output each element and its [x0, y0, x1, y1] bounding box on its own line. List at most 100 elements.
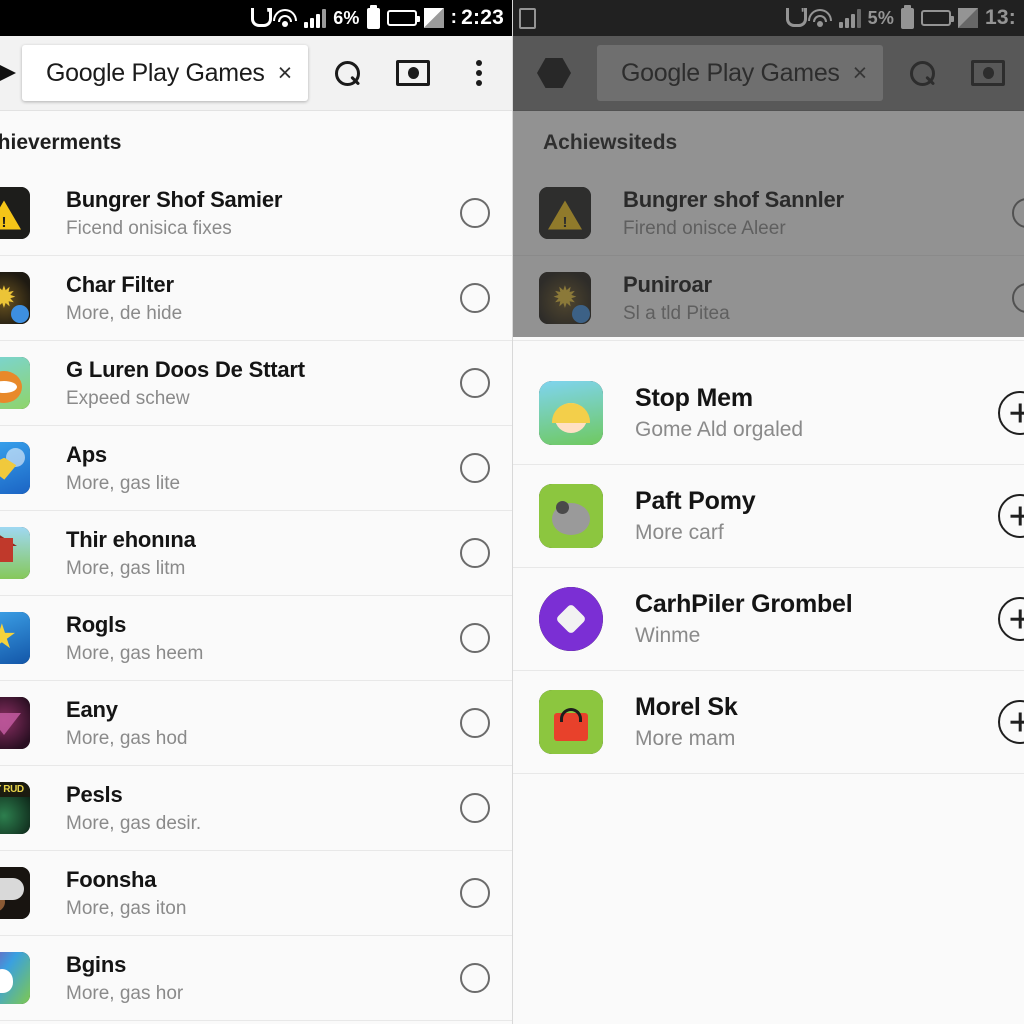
- radio-button[interactable]: [460, 963, 490, 993]
- battery-percent-label: 5%: [867, 7, 895, 28]
- capture-button[interactable]: [955, 36, 1021, 111]
- list-item-text: Stop Mem Gome Ald orgaled: [635, 384, 998, 442]
- radio-button[interactable]: [460, 623, 490, 653]
- list-item[interactable]: Puniroar Sl a tld Pitea: [513, 256, 1024, 341]
- list-item-text: Puniroar Sl a tld Pitea: [623, 272, 1012, 325]
- add-button[interactable]: [998, 597, 1024, 641]
- list-item-subtitle: Gome Ald orgaled: [635, 418, 804, 441]
- list-item-subtitle: Firend onisce Aleer: [623, 217, 786, 239]
- list-item[interactable]: ! Bungrer Shof Samier Ficend onisica fix…: [0, 171, 512, 256]
- list-item-text: Morel Sk More mam: [635, 693, 998, 751]
- capture-button[interactable]: [380, 36, 446, 111]
- list-item-title: Foonsha: [66, 866, 157, 892]
- browser-tab[interactable]: Google Play Games ×: [22, 45, 309, 101]
- radio-button[interactable]: [460, 198, 490, 228]
- wifi-icon: [273, 8, 298, 28]
- search-button[interactable]: [889, 36, 955, 111]
- list-item-title: Char Filter: [66, 271, 174, 297]
- list-item-title: Eany: [66, 696, 118, 722]
- list-item[interactable]: Morel Sk More mam: [513, 671, 1024, 774]
- list-item-text: Char Filter More, de hide: [66, 272, 460, 325]
- right-games-list: Stop Mem Gome Ald orgaled Paft Pomy More…: [513, 362, 1024, 774]
- plus-icon: [998, 494, 1024, 538]
- app-icon: [539, 484, 603, 548]
- battery-half-icon: [958, 8, 979, 28]
- radio-button[interactable]: [460, 453, 490, 483]
- radio-button[interactable]: [460, 878, 490, 908]
- list-item[interactable]: Rogls More, gas heem: [0, 596, 512, 681]
- list-item-title: Morel Sk: [635, 693, 738, 721]
- overflow-menu-button[interactable]: [446, 36, 512, 111]
- clock-label: 13:: [985, 6, 1016, 29]
- signal-icon: [838, 8, 861, 28]
- battery-horizontal-icon: [386, 10, 420, 26]
- app-icon: [539, 272, 591, 324]
- search-button[interactable]: [314, 36, 380, 111]
- radio-button[interactable]: [460, 368, 490, 398]
- app-icon-label: LLY RUD: [0, 782, 30, 797]
- list-item[interactable]: LLY RUD Pesls More, gas desir.: [0, 766, 512, 851]
- list-item-title: G Luren Doos De Sttart: [66, 356, 305, 382]
- app-icon: [0, 697, 30, 749]
- app-icon: [0, 357, 30, 409]
- list-item[interactable]: Eany More, gas hod: [0, 681, 512, 766]
- radio-unchecked-icon: [460, 878, 490, 908]
- list-item[interactable]: Aps More, gas lite: [0, 426, 512, 511]
- radio-button[interactable]: [460, 538, 490, 568]
- add-button[interactable]: [998, 700, 1024, 744]
- list-item-text: Aps More, gas lite: [66, 442, 460, 495]
- battery-vertical-icon: [901, 4, 915, 29]
- add-button[interactable]: [998, 494, 1024, 538]
- app-icon: [539, 381, 603, 445]
- radio-button[interactable]: [460, 283, 490, 313]
- right-panel: 5% 13: Google Play Games ×: [512, 0, 1024, 1024]
- radio-button[interactable]: [1012, 283, 1024, 313]
- screenshot-icon: [396, 60, 431, 86]
- list-item[interactable]: Stop Mem Gome Ald orgaled: [513, 362, 1024, 465]
- plus-icon: [998, 597, 1024, 641]
- list-item[interactable]: G Luren Doos De Sttart Expeed schew: [0, 341, 512, 426]
- list-item[interactable]: ! Bungrer shof Sannler Firend onisce Ale…: [513, 171, 1024, 256]
- list-item-text: Rogls More, gas heem: [66, 612, 460, 665]
- list-item-subtitle: More, gas hor: [66, 982, 184, 1004]
- list-item-title: Bungrer shof Sannler: [623, 186, 844, 212]
- green-game-icon: LLY RUD: [0, 782, 30, 834]
- list-item-text: Paft Pomy More carf: [635, 487, 998, 545]
- back-button[interactable]: [537, 36, 571, 111]
- blue-game-icon: [0, 442, 30, 494]
- back-button[interactable]: [0, 36, 20, 111]
- list-item-text: CarhPiler Grombel Winme: [635, 590, 998, 648]
- hexagon-icon: [537, 58, 571, 88]
- wifi-icon: [807, 8, 832, 28]
- list-item[interactable]: Thir ehonına More, gas litm: [0, 511, 512, 596]
- add-button[interactable]: [998, 391, 1024, 435]
- shopping-bag-game-icon: [539, 690, 603, 754]
- app-icon: !: [539, 187, 591, 239]
- app-icon: [0, 527, 30, 579]
- list-item-text: Bungrer Shof Samier Ficend onisica fixes: [66, 187, 460, 240]
- radio-button[interactable]: [1012, 198, 1024, 228]
- list-item-subtitle: More, de hide: [66, 302, 183, 324]
- battery-vertical-icon: [366, 4, 380, 29]
- gold-badge-icon: [539, 272, 591, 324]
- close-icon[interactable]: ×: [278, 60, 293, 86]
- left-status-indicators: 6% : 2:23: [251, 4, 506, 30]
- list-item[interactable]: Char Filter More, de hide: [0, 256, 512, 341]
- list-item[interactable]: Paft Pomy More carf: [513, 465, 1024, 568]
- star-game-icon: [0, 612, 30, 664]
- list-item-title: Rogls: [66, 611, 127, 637]
- list-item[interactable]: Foonsha More, gas iton: [0, 851, 512, 936]
- browser-tab[interactable]: Google Play Games ×: [597, 45, 884, 101]
- close-icon[interactable]: ×: [853, 60, 868, 86]
- list-item[interactable]: Bgins More, gas hor: [0, 936, 512, 1021]
- radio-button[interactable]: [460, 793, 490, 823]
- battery-horizontal-icon: [921, 10, 955, 26]
- list-item[interactable]: CarhPiler Grombel Winme: [513, 568, 1024, 671]
- radio-button[interactable]: [460, 708, 490, 738]
- gem-game-icon: [539, 587, 603, 651]
- list-item-subtitle: More, gas iton: [66, 897, 187, 919]
- right-status-left: [519, 7, 536, 29]
- toolbar-actions: [314, 36, 512, 111]
- battery-half-icon: [423, 8, 444, 28]
- app-icon: [539, 587, 603, 651]
